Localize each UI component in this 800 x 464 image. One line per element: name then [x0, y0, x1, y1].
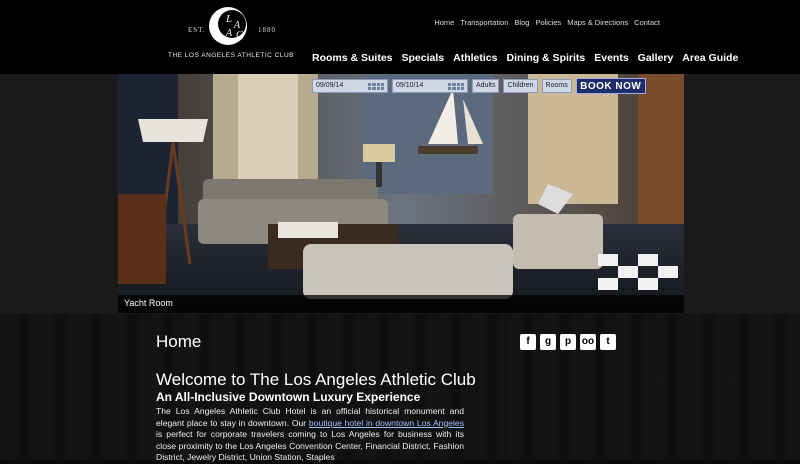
checkin-value: 09/09/14	[316, 82, 344, 89]
utility-nav: Home Transportation Blog Policies Maps &…	[434, 18, 660, 27]
twitter-icon[interactable]: t	[600, 334, 616, 350]
monogram-icon: L A A C	[209, 7, 247, 45]
site-header: EST. L A A C 1880 THE LOS ANGELES ATHLET…	[0, 0, 800, 74]
intro-paragraph: The Los Angeles Athletic Club Hotel is a…	[156, 406, 464, 464]
nav-specials[interactable]: Specials	[402, 52, 445, 64]
toplink-home[interactable]: Home	[434, 18, 454, 27]
boutique-hotel-link[interactable]: boutique hotel in downtown Los Angeles	[309, 418, 464, 428]
google-plus-icon[interactable]: g	[540, 334, 556, 350]
social-links: f g p oo t	[520, 334, 616, 350]
toplink-blog[interactable]: Blog	[514, 18, 529, 27]
hero-caption: Yacht Room	[124, 298, 173, 308]
svg-text:L: L	[225, 13, 232, 25]
tripadvisor-icon[interactable]: oo	[580, 334, 596, 350]
hero-slideshow[interactable]: Yacht Room	[118, 74, 684, 313]
rooms-select[interactable]: Rooms	[541, 79, 572, 93]
svg-text:C: C	[236, 30, 243, 41]
calendar-icon[interactable]	[368, 83, 384, 90]
checkin-date-field[interactable]: 09/09/14	[312, 79, 388, 93]
room-photo	[118, 74, 684, 313]
main-nav: Rooms & Suites Specials Athletics Dining…	[312, 52, 738, 64]
nav-area-guide[interactable]: Area Guide	[682, 52, 738, 64]
svg-text:A: A	[225, 28, 233, 39]
book-now-button[interactable]: BOOK NOW	[575, 78, 646, 94]
toplink-transportation[interactable]: Transportation	[460, 18, 508, 27]
children-select[interactable]: Children	[503, 79, 538, 93]
adults-select[interactable]: Adults	[472, 79, 500, 93]
subheading: An All-Inclusive Downtown Luxury Experie…	[156, 390, 421, 404]
toplink-policies[interactable]: Policies	[535, 18, 561, 27]
caption-bar: Yacht Room	[118, 295, 684, 313]
intro-text-2: is perfect for corporate travelers comin…	[156, 429, 464, 462]
nav-gallery[interactable]: Gallery	[638, 52, 674, 64]
logo-year: 1880	[258, 26, 276, 34]
logo-est: EST.	[188, 26, 206, 34]
toplink-contact[interactable]: Contact	[634, 18, 660, 27]
nav-rooms-suites[interactable]: Rooms & Suites	[312, 52, 393, 64]
page-title: Home	[156, 332, 202, 351]
booking-widget: 09/09/14 09/10/14 Adults Children Rooms …	[312, 78, 646, 94]
nav-dining-spirits[interactable]: Dining & Spirits	[506, 52, 585, 64]
welcome-heading: Welcome to The Los Angeles Athletic Club	[156, 370, 476, 389]
pinterest-icon[interactable]: p	[560, 334, 576, 350]
calendar-icon[interactable]	[448, 83, 464, 90]
nav-events[interactable]: Events	[594, 52, 628, 64]
checkout-date-field[interactable]: 09/10/14	[392, 79, 468, 93]
nav-athletics[interactable]: Athletics	[453, 52, 497, 64]
checkout-value: 09/10/14	[396, 82, 424, 89]
club-name: THE LOS ANGELES ATHLETIC CLUB	[168, 52, 294, 59]
club-logo[interactable]: EST. L A A C 1880 THE LOS ANGELES ATHLET…	[168, 4, 294, 64]
facebook-icon[interactable]: f	[520, 334, 536, 350]
toplink-maps[interactable]: Maps & Directions	[567, 18, 628, 27]
